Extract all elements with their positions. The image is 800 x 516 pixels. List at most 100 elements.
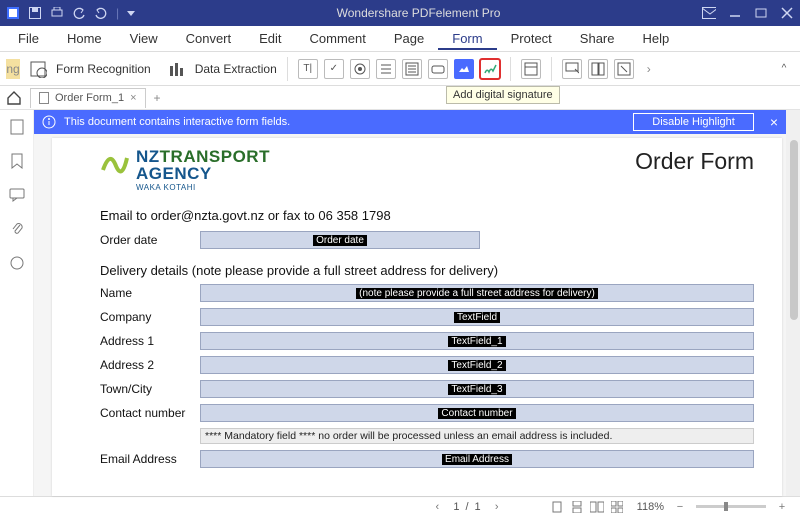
- menu-file[interactable]: File: [4, 27, 53, 50]
- quicklaunch-dropdown-icon[interactable]: [127, 11, 135, 16]
- form-tool-c-icon[interactable]: [614, 59, 634, 79]
- document-tab[interactable]: Order Form_1 ×: [30, 88, 146, 108]
- radio-icon[interactable]: [350, 59, 370, 79]
- doc-tab-close-icon[interactable]: ×: [130, 92, 136, 104]
- label-addr1: Address 1: [100, 334, 200, 348]
- text-field-icon[interactable]: T|: [298, 59, 318, 79]
- titlebar: | Wondershare PDFelement Pro: [0, 0, 800, 26]
- thumbnails-icon[interactable]: [8, 118, 26, 136]
- data-extraction-label[interactable]: Data Extraction: [195, 62, 277, 76]
- label-name: Name: [100, 286, 200, 300]
- banner-close-icon[interactable]: ×: [770, 114, 778, 130]
- next-page-icon[interactable]: ›: [490, 500, 504, 514]
- ribbon-scroll-right[interactable]: ›: [642, 59, 656, 79]
- field-email[interactable]: Email Address: [200, 450, 754, 468]
- ribbon-separator: [287, 57, 288, 81]
- menu-comment[interactable]: Comment: [296, 27, 380, 50]
- ribbon: ng Form Recognition Data Extraction T| ✓…: [0, 52, 800, 86]
- form-tool-a-icon[interactable]: [562, 59, 582, 79]
- menu-view[interactable]: View: [116, 27, 172, 50]
- badge-email: Email Address: [442, 454, 512, 465]
- form-recognition-icon[interactable]: [28, 59, 48, 79]
- page-sep: /: [465, 501, 468, 513]
- menu-share[interactable]: Share: [566, 27, 629, 50]
- view-two-page-icon[interactable]: [590, 500, 604, 514]
- redo-icon[interactable]: [94, 6, 108, 20]
- field-addr2[interactable]: TextField_2: [200, 356, 754, 374]
- search-panel-icon[interactable]: [8, 254, 26, 272]
- menu-convert[interactable]: Convert: [172, 27, 246, 50]
- status-bar: ‹ 1 / 1 › 118% − +: [0, 496, 800, 516]
- doc-tab-label: Order Form_1: [55, 92, 124, 104]
- field-addr1[interactable]: TextField_1: [200, 332, 754, 350]
- logo-sub: WAKA KOTAHI: [136, 184, 270, 192]
- form-recognition-label[interactable]: Form Recognition: [56, 62, 151, 76]
- nzta-logo: NZTRANSPORT AGENCY WAKA KOTAHI: [100, 148, 270, 192]
- vertical-scrollbar[interactable]: [786, 110, 800, 496]
- new-tab-button[interactable]: +: [154, 91, 161, 105]
- mail-icon[interactable]: [702, 6, 716, 20]
- pdf-page: NZTRANSPORT AGENCY WAKA KOTAHI Order For…: [52, 138, 782, 496]
- prev-page-icon[interactable]: ‹: [430, 500, 444, 514]
- digital-signature-icon[interactable]: [480, 59, 500, 79]
- image-field-icon[interactable]: [454, 59, 474, 79]
- scroll-thumb[interactable]: [790, 140, 798, 320]
- listbox-icon[interactable]: [402, 59, 422, 79]
- zoom-value: 118%: [637, 501, 664, 513]
- minimize-icon[interactable]: [728, 6, 742, 20]
- main-area: This document contains interactive form …: [0, 110, 800, 496]
- view-single-icon[interactable]: [550, 500, 564, 514]
- view-grid-icon[interactable]: [610, 500, 624, 514]
- zoom-slider[interactable]: [696, 505, 766, 508]
- menu-form[interactable]: Form: [438, 27, 496, 50]
- field-order-date[interactable]: Order date: [200, 231, 480, 249]
- data-extraction-icon[interactable]: [167, 59, 187, 79]
- zoom-thumb[interactable]: [724, 502, 728, 511]
- page-navigator: ‹ 1 / 1 ›: [427, 500, 506, 514]
- form-properties-icon[interactable]: [521, 59, 541, 79]
- bookmarks-icon[interactable]: [8, 152, 26, 170]
- checkbox-icon[interactable]: ✓: [324, 59, 344, 79]
- left-sidebar: [0, 110, 34, 496]
- ribbon-separator: [510, 57, 511, 81]
- zoom-out-icon[interactable]: −: [673, 500, 687, 514]
- app-logo-icon: [6, 6, 20, 20]
- collapse-ribbon-icon[interactable]: ^: [774, 59, 794, 79]
- label-addr2: Address 2: [100, 358, 200, 372]
- badge-addr2: TextField_2: [448, 360, 505, 371]
- label-email: Email Address: [100, 452, 200, 466]
- close-icon[interactable]: [780, 6, 794, 20]
- print-icon[interactable]: [50, 6, 64, 20]
- menu-help[interactable]: Help: [629, 27, 684, 50]
- doc-tab-icon: [39, 92, 49, 104]
- field-town[interactable]: TextField_3: [200, 380, 754, 398]
- field-company[interactable]: TextField: [200, 308, 754, 326]
- maximize-icon[interactable]: [754, 6, 768, 20]
- home-tab-icon[interactable]: [4, 88, 24, 108]
- button-field-icon[interactable]: [428, 59, 448, 79]
- menu-protect[interactable]: Protect: [497, 27, 566, 50]
- comments-icon[interactable]: [8, 186, 26, 204]
- tabs-bar: Order Form_1 × +: [0, 86, 800, 110]
- view-continuous-icon[interactable]: [570, 500, 584, 514]
- field-contact[interactable]: Contact number: [200, 404, 754, 422]
- undo-icon[interactable]: [72, 6, 86, 20]
- menu-page[interactable]: Page: [380, 27, 438, 50]
- logo-agency: AGENCY: [136, 165, 270, 182]
- app-title: Wondershare PDFelement Pro: [135, 6, 702, 20]
- tooltip: Add digital signature: [446, 86, 560, 104]
- label-company: Company: [100, 310, 200, 324]
- email-line: Email to order@nzta.govt.nz or fax to 06…: [100, 208, 754, 223]
- form-tool-b-icon[interactable]: [588, 59, 608, 79]
- form-fields-banner: This document contains interactive form …: [34, 110, 786, 134]
- ribbon-scroll-left[interactable]: ng: [6, 59, 20, 79]
- save-icon[interactable]: [28, 6, 42, 20]
- field-name[interactable]: (note please provide a full street addre…: [200, 284, 754, 302]
- menu-edit[interactable]: Edit: [245, 27, 295, 50]
- document-viewport: This document contains interactive form …: [34, 110, 800, 496]
- attachments-icon[interactable]: [8, 220, 26, 238]
- menu-home[interactable]: Home: [53, 27, 116, 50]
- combobox-icon[interactable]: [376, 59, 396, 79]
- disable-highlight-button[interactable]: Disable Highlight: [633, 113, 754, 131]
- zoom-in-icon[interactable]: +: [775, 500, 789, 514]
